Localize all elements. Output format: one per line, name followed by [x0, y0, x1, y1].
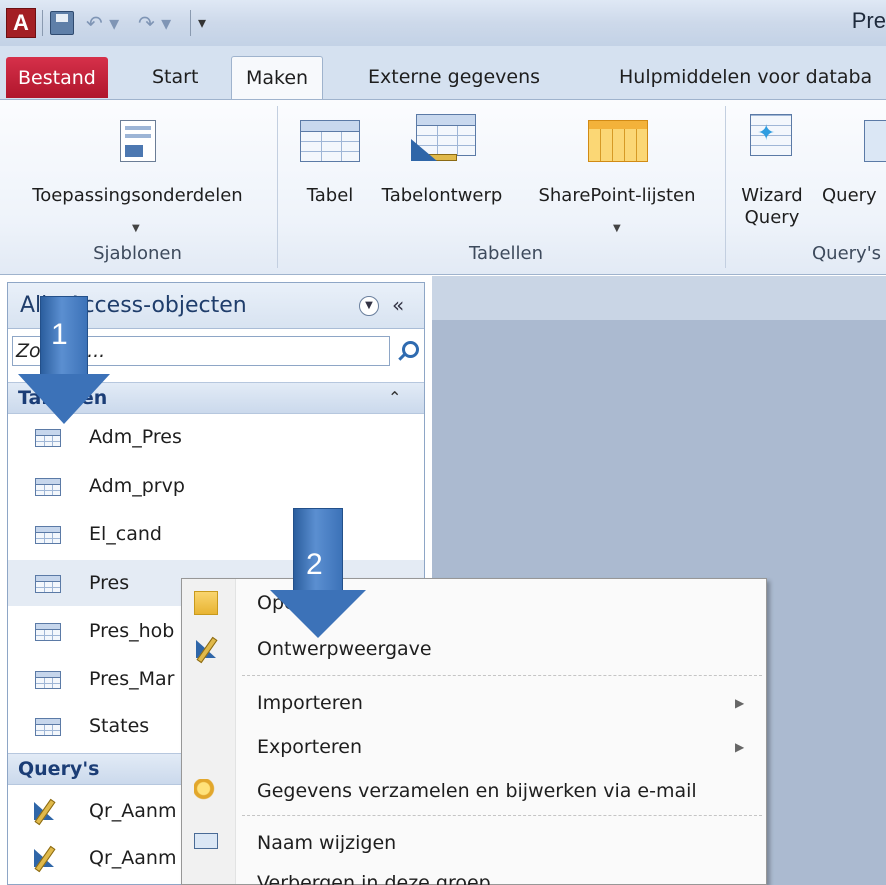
queryontwerp-button[interactable]: Query [818, 100, 886, 240]
ribbon-group-separator [725, 106, 726, 268]
submenu-arrow-icon: ▶ [735, 740, 745, 754]
arrow-head [270, 590, 366, 638]
menu-item-label: Exporteren [257, 736, 363, 758]
customize-qat-icon[interactable]: ▾ [198, 10, 206, 36]
access-app-icon[interactable]: A [6, 8, 36, 38]
menu-item-importeren[interactable]: Importeren ▶ [182, 681, 766, 725]
tab-start[interactable]: Start [138, 56, 212, 100]
menu-separator [242, 815, 762, 816]
nav-menu-dropdown-icon[interactable]: ▼ [359, 296, 379, 316]
design-view-icon [196, 636, 220, 660]
dropdown-caret-icon: ▼ [132, 223, 140, 234]
query-label: Query [744, 207, 800, 228]
table-icon [35, 718, 61, 736]
nav-item-label: Qr_Aanm [89, 847, 177, 869]
application-parts-icon [120, 120, 156, 162]
dropdown-caret-icon: ▼ [613, 223, 621, 234]
toepassingsonderdelen-label: Toepassingsonderdelen [32, 185, 243, 206]
table-icon [35, 575, 61, 593]
title-bar: A ↶ ▾ ↷ ▾ ▾ Pre [0, 0, 886, 46]
nav-item-label: El_cand [89, 523, 162, 545]
qat-separator [190, 10, 191, 36]
nav-item-label: Adm_prvp [89, 475, 185, 497]
wizard-query-button[interactable]: Wizard Query [732, 100, 812, 240]
context-menu: Openen Ontwerpweergave Importeren ▶ Expo… [181, 578, 767, 885]
ribbon-group-separator [277, 106, 278, 268]
nav-item-adm-prvp[interactable]: Adm_prvp [8, 463, 424, 509]
redo-icon[interactable]: ↷ ▾ [138, 10, 171, 36]
query-design-icon [864, 120, 886, 162]
tab-maken[interactable]: Maken [231, 56, 324, 101]
menu-separator [242, 675, 762, 676]
query-icon [34, 845, 62, 869]
menu-item-gegevens-verzamelen[interactable]: Gegevens verzamelen en bijwerken via e-m… [182, 769, 766, 813]
table-icon [35, 429, 61, 447]
tabelontwerp-button[interactable]: Tabelontwerp [372, 100, 512, 240]
window-title: Pre [851, 8, 886, 33]
sharepoint-lijsten-button[interactable]: SharePoint-lijsten ▼ [512, 100, 722, 240]
query-wizard-icon [750, 114, 792, 156]
wizard-label: Wizard [741, 185, 803, 206]
menu-item-exporteren[interactable]: Exporteren ▶ [182, 725, 766, 769]
annotation-arrow-2: 2 [270, 508, 366, 640]
group-label-sjablonen: Sjablonen [93, 243, 182, 264]
queryontwerp-label: Query [822, 185, 877, 206]
menu-item-label: Naam wijzigen [257, 832, 397, 854]
document-tab-strip [432, 276, 886, 320]
tab-externe-gegevens[interactable]: Externe gegevens [354, 56, 554, 100]
collapse-pane-icon[interactable]: « [392, 293, 404, 317]
menu-item-label: Gegevens verzamelen en bijwerken via e-m… [257, 780, 697, 802]
tab-hulpmiddelen[interactable]: Hulpmiddelen voor databa [605, 56, 886, 100]
sharepoint-list-icon [588, 120, 648, 162]
menu-item-naam-wijzigen[interactable]: Naam wijzigen [182, 821, 766, 865]
search-icon[interactable] [396, 338, 420, 364]
nav-item-label: Pres [89, 572, 130, 594]
table-icon [35, 623, 61, 641]
menu-item-label: Verbergen in deze groep [257, 872, 491, 885]
tabelontwerp-label: Tabelontwerp [381, 185, 503, 206]
collect-data-icon [194, 779, 218, 803]
submenu-arrow-icon: ▶ [735, 696, 745, 710]
table-icon [35, 526, 61, 544]
annotation-number: 1 [51, 318, 68, 351]
table-design-icon [411, 114, 476, 161]
nav-item-label: States [89, 715, 150, 737]
tabel-button[interactable]: Tabel [290, 100, 370, 240]
group-label-querys: Query's [812, 243, 882, 264]
rename-icon [194, 833, 218, 849]
query-icon [34, 798, 62, 822]
open-icon [194, 591, 218, 615]
tab-bestand[interactable]: Bestand [6, 57, 108, 98]
sharepoint-lijsten-label: SharePoint-lijsten [538, 185, 696, 206]
annotation-number: 2 [306, 548, 323, 581]
arrow-head [18, 374, 110, 424]
nav-item-label: Pres_hob [89, 620, 175, 642]
annotation-arrow-1: 1 [18, 296, 110, 426]
collapse-group-icon[interactable]: ⌃ [388, 383, 401, 413]
nav-group-label: Query's [18, 758, 100, 780]
table-icon [300, 120, 360, 162]
nav-item-label: Pres_Mar [89, 668, 175, 690]
menu-item-label: Importeren [257, 692, 363, 714]
ribbon: Toepassingsonderdelen ▼ Sjablonen Tabel … [0, 99, 886, 275]
ribbon-tab-row: Bestand Start Maken Externe gegevens Hul… [0, 46, 886, 101]
group-label-tabellen: Tabellen [468, 243, 544, 264]
undo-icon[interactable]: ↶ ▾ [86, 10, 119, 36]
ruler-icon [421, 154, 457, 161]
table-icon [35, 478, 61, 496]
toepassingsonderdelen-button[interactable]: Toepassingsonderdelen ▼ [10, 100, 265, 240]
tabel-label: Tabel [306, 185, 354, 206]
nav-item-label: Qr_Aanm [89, 800, 177, 822]
menu-item-verbergen[interactable]: Verbergen in deze groep [182, 865, 766, 885]
save-icon[interactable] [50, 11, 74, 35]
table-icon [35, 671, 61, 689]
qat-separator [42, 10, 43, 36]
